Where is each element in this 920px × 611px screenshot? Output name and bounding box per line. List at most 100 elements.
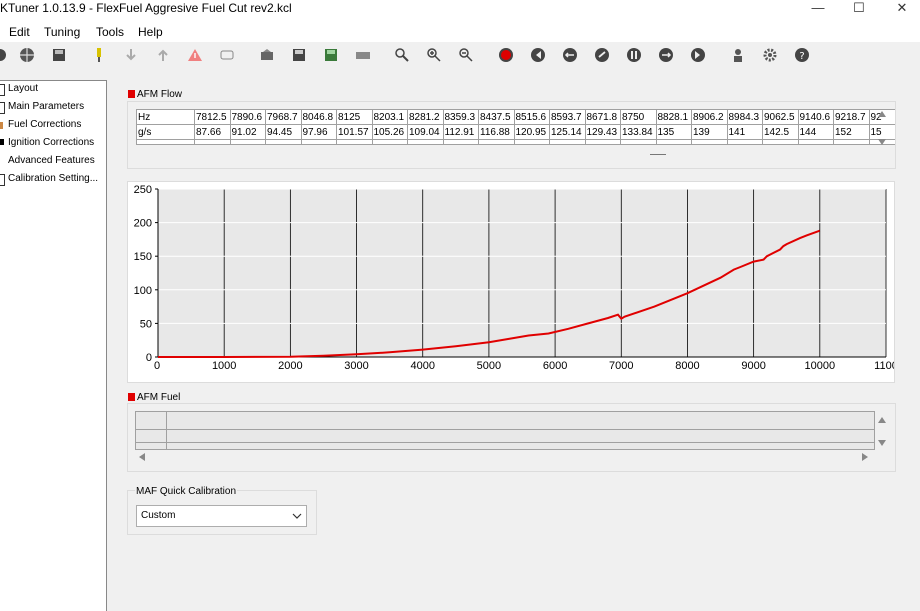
scroll-up-icon[interactable]: [878, 111, 886, 117]
afm-fuel-table[interactable]: [135, 411, 875, 450]
warning-icon[interactable]: [187, 47, 203, 63]
menu-tuning[interactable]: Tuning: [44, 25, 80, 39]
scroll-right-icon[interactable]: [862, 453, 868, 461]
table-cell[interactable]: [797, 139, 834, 145]
table-cell[interactable]: [549, 139, 586, 145]
table-cell-hz[interactable]: 9140.6: [797, 109, 834, 125]
rewind-icon[interactable]: [530, 47, 546, 63]
table-cell-gs[interactable]: 135: [655, 124, 692, 140]
zoom-icon[interactable]: [394, 47, 410, 63]
save-icon[interactable]: [291, 47, 307, 63]
pause-icon[interactable]: [626, 47, 642, 63]
gear-icon[interactable]: [762, 47, 778, 63]
table-cell-hz[interactable]: 8750: [620, 109, 657, 125]
table-cell[interactable]: [194, 139, 231, 145]
table-cell[interactable]: [478, 139, 515, 145]
flash-icon[interactable]: [355, 47, 371, 63]
table-cell[interactable]: [265, 139, 302, 145]
scroll-up-icon[interactable]: [878, 417, 886, 423]
table-cell[interactable]: [620, 139, 657, 145]
table-cell-gs[interactable]: 105.26: [371, 124, 408, 140]
row-label-gs[interactable]: g/s: [136, 124, 195, 140]
table-cell-hz[interactable]: 8281.2: [407, 109, 444, 125]
table-cell-hz[interactable]: 8125: [336, 109, 373, 125]
row-label-hz[interactable]: Hz: [136, 109, 195, 125]
table-cell[interactable]: [726, 139, 763, 145]
table-cell-gs[interactable]: 97.96: [300, 124, 337, 140]
help-icon[interactable]: ?: [794, 47, 810, 63]
table-cell[interactable]: [762, 139, 799, 145]
blank-icon[interactable]: [219, 47, 235, 63]
table-cell-hz[interactable]: 8984.3: [726, 109, 763, 125]
table-cell-hz[interactable]: 8828.1: [655, 109, 692, 125]
menu-help[interactable]: Help: [138, 25, 163, 39]
table-cell[interactable]: [691, 139, 728, 145]
table-cell-gs[interactable]: 139: [691, 124, 728, 140]
table-cell-hz[interactable]: 8437.5: [478, 109, 515, 125]
open-icon[interactable]: [0, 47, 8, 63]
datalog-icon[interactable]: [259, 47, 275, 63]
table-cell-hz[interactable]: 8515.6: [513, 109, 550, 125]
table-cell-gs[interactable]: 15: [868, 124, 895, 140]
table-cell-gs[interactable]: 116.88: [478, 124, 515, 140]
table-cell[interactable]: [513, 139, 550, 145]
back-icon[interactable]: [562, 47, 578, 63]
close-button[interactable]: ✕: [884, 0, 920, 22]
scroll-down-icon[interactable]: [878, 440, 886, 446]
save-green-icon[interactable]: [323, 47, 339, 63]
scroll-down-icon[interactable]: [878, 139, 886, 145]
table-cell-hz[interactable]: 9218.7: [833, 109, 870, 125]
afm-flow-chart[interactable]: 0 50 100 150 200 250 0 1000 2000 3000 4000 5000 600…: [128, 182, 894, 382]
table-cell[interactable]: [655, 139, 692, 145]
record-icon[interactable]: [498, 47, 514, 63]
table-cell[interactable]: [336, 139, 373, 145]
upload-arrow-icon[interactable]: [155, 47, 171, 63]
table-cell-gs[interactable]: 87.66: [194, 124, 231, 140]
afm-flow-table[interactable]: Hz 7812.5 7890.6 7968.7 8046.8 8125 8203.1 8281…: [136, 109, 895, 145]
table-cell-gs[interactable]: 141: [726, 124, 763, 140]
table-cell-hz[interactable]: 7968.7: [265, 109, 302, 125]
scroll-left-icon[interactable]: [139, 453, 145, 461]
table-cell-gs[interactable]: 144: [797, 124, 834, 140]
table-cell-hz[interactable]: 8593.7: [549, 109, 586, 125]
table-cell-gs[interactable]: 142.5: [762, 124, 799, 140]
table-cell-gs[interactable]: 94.45: [265, 124, 302, 140]
forward-icon[interactable]: [658, 47, 674, 63]
table-cell[interactable]: [442, 139, 479, 145]
table-cell[interactable]: [371, 139, 408, 145]
table-cell-hz[interactable]: 8671.8: [584, 109, 621, 125]
table-cell-gs[interactable]: 109.04: [407, 124, 444, 140]
table-cell-hz[interactable]: 7890.6: [229, 109, 266, 125]
table-cell-gs[interactable]: 91.02: [229, 124, 266, 140]
table-cell-gs[interactable]: 152: [833, 124, 870, 140]
minimize-button[interactable]: —: [800, 0, 836, 22]
maf-calibration-select[interactable]: Custom: [136, 505, 307, 527]
menu-edit[interactable]: Edit: [9, 25, 30, 39]
table-cell-hz[interactable]: 8203.1: [371, 109, 408, 125]
table-cell-gs[interactable]: 101.57: [336, 124, 373, 140]
table-cell-gs[interactable]: 120.95: [513, 124, 550, 140]
maximize-button[interactable]: ☐: [841, 0, 877, 22]
globe-icon[interactable]: [19, 47, 35, 63]
table-cell[interactable]: [300, 139, 337, 145]
zoom-in-icon[interactable]: [426, 47, 442, 63]
table-cell-hz[interactable]: 7812.5: [194, 109, 231, 125]
zoom-out-icon[interactable]: [458, 47, 474, 63]
table-cell[interactable]: [407, 139, 444, 145]
table-cell-gs[interactable]: 129.43: [584, 124, 621, 140]
table-cell-gs[interactable]: 133.84: [620, 124, 657, 140]
end-icon[interactable]: [690, 47, 706, 63]
download-arrow-icon[interactable]: [123, 47, 139, 63]
person-icon[interactable]: [730, 47, 746, 63]
table-cell[interactable]: [584, 139, 621, 145]
table-cell-hz[interactable]: 8046.8: [300, 109, 337, 125]
table-cell[interactable]: [229, 139, 266, 145]
resize-grip[interactable]: [650, 154, 666, 155]
connect-plug-icon[interactable]: [91, 47, 107, 63]
table-cell-hz[interactable]: 8359.3: [442, 109, 479, 125]
menu-tools[interactable]: Tools: [96, 25, 124, 39]
table-cell-hz[interactable]: 8906.2: [691, 109, 728, 125]
table-cell-gs[interactable]: 125.14: [549, 124, 586, 140]
table-cell-gs[interactable]: 112.91: [442, 124, 479, 140]
table-cell[interactable]: [136, 139, 195, 145]
